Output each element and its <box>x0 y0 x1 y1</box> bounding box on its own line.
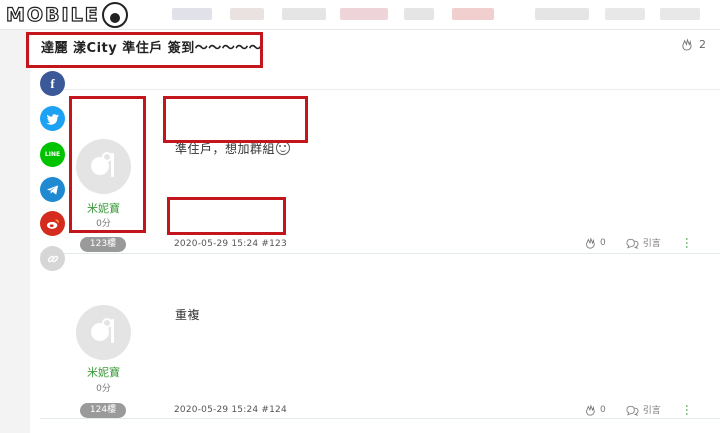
quote-button[interactable]: 引言 <box>626 403 661 416</box>
link-icon <box>47 255 58 262</box>
twitter-icon <box>45 113 59 125</box>
thread-like-count: 2 <box>699 38 706 51</box>
post-actions: 0 引言 ⋯ <box>584 403 694 416</box>
author-score: 0分 <box>96 384 111 394</box>
nav-item[interactable] <box>660 8 700 20</box>
weibo-share-button[interactable] <box>40 211 65 236</box>
divider <box>40 89 720 90</box>
divider <box>40 253 720 254</box>
post-meta[interactable]: 2020-05-29 15:24 #124 <box>174 405 287 415</box>
telegram-icon <box>46 184 59 195</box>
nav-item[interactable] <box>230 8 264 20</box>
clap-icon <box>586 403 595 416</box>
author-name[interactable]: 米妮寶 <box>76 364 131 380</box>
nav-item[interactable] <box>172 8 212 20</box>
highlight-box-title <box>26 32 263 68</box>
quote-button[interactable]: 引言 <box>626 236 661 249</box>
quote-label: 引言 <box>642 406 661 416</box>
like-count: 0 <box>600 404 606 415</box>
logo-badge-icon <box>101 2 128 28</box>
nav-item[interactable] <box>340 8 388 20</box>
post-text: 準住戶，想加群組 <box>175 142 276 156</box>
twitter-share-button[interactable] <box>40 106 65 131</box>
avatar[interactable] <box>76 305 131 360</box>
post-meta[interactable]: 2020-05-29 15:24 #123 <box>174 239 287 249</box>
nav-item[interactable] <box>452 8 494 20</box>
line-icon: LINE <box>44 151 61 158</box>
quote-label: 引言 <box>642 239 661 249</box>
site-logo[interactable]: MOBILE <box>5 2 128 28</box>
like-count: 0 <box>600 237 606 248</box>
highlight-box-meta <box>167 197 286 235</box>
copy-link-button[interactable] <box>40 246 65 271</box>
more-options-icon[interactable]: ⋯ <box>680 237 694 249</box>
telegram-share-button[interactable] <box>40 177 65 202</box>
highlight-box-content <box>163 96 308 143</box>
nav-item[interactable] <box>404 8 434 20</box>
more-options-icon[interactable]: ⋯ <box>680 404 694 416</box>
post-actions: 0 引言 ⋯ <box>584 236 694 249</box>
floor-badge: 123樓 <box>80 237 126 252</box>
weibo-icon <box>46 218 59 229</box>
quote-icon <box>626 405 639 416</box>
avatar-placeholder-icon <box>91 318 112 341</box>
fork-icon <box>111 319 114 343</box>
post-content: 重複 <box>175 306 200 323</box>
clap-icon <box>682 38 692 51</box>
facebook-share-button[interactable]: f <box>40 71 65 96</box>
highlight-box-author <box>69 96 146 233</box>
divider <box>40 418 720 419</box>
like-button[interactable]: 0 <box>584 403 606 416</box>
smiley-icon <box>276 141 291 155</box>
top-bar: MOBILE <box>0 0 720 30</box>
post-text: 重複 <box>175 308 201 322</box>
nav-item[interactable] <box>605 8 645 20</box>
logo-text: MOBILE <box>5 3 100 26</box>
nav-item[interactable] <box>535 8 589 20</box>
quote-icon <box>626 238 639 249</box>
floor-badge: 124樓 <box>80 403 126 418</box>
like-button[interactable]: 0 <box>584 236 606 249</box>
nav-item[interactable] <box>282 8 326 20</box>
line-share-button[interactable]: LINE <box>40 142 65 167</box>
clap-icon <box>586 236 595 249</box>
facebook-icon: f <box>50 75 55 91</box>
thread-like[interactable]: 2 <box>680 38 706 51</box>
